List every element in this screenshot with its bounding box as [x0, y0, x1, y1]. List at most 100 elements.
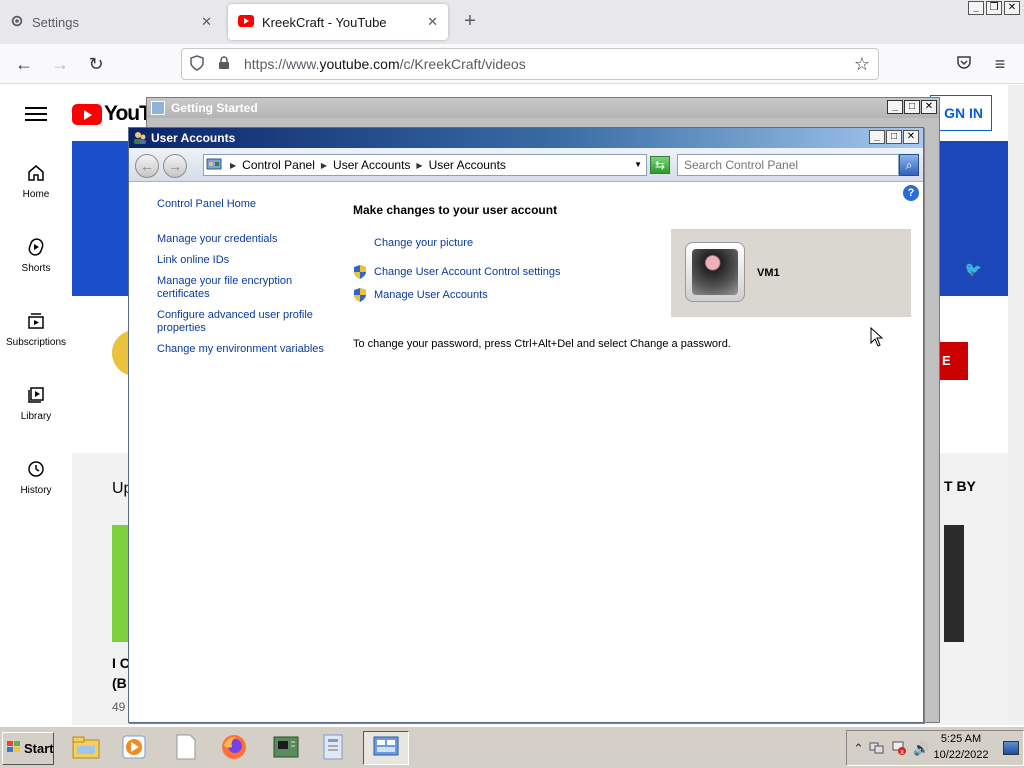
sidebar-item-subscriptions[interactable]: Subscriptions [0, 311, 72, 348]
tab-youtube[interactable]: KreekCraft - YouTube ✕ [228, 4, 448, 40]
user-accounts-window: User Accounts _ □ ✕ ← → ▶ Control Panel … [128, 127, 924, 723]
sort-by-button[interactable]: T BY [944, 478, 976, 494]
show-hidden-icons-chevron-icon[interactable]: ⌃ [853, 741, 864, 757]
url-path: /c/KreekCraft/videos [399, 56, 526, 72]
system-tray: ⌃ x 🔊 5:25 AM 10/22/2022 [846, 730, 1024, 766]
getting-started-title-bar[interactable]: Getting Started [147, 98, 939, 118]
sidebar-item-home[interactable]: Home [0, 163, 72, 200]
tab-settings[interactable]: Settings ✕ [0, 4, 222, 40]
url-text[interactable]: https://www.youtube.com/c/KreekCraft/vid… [244, 56, 854, 72]
getting-started-icon [151, 101, 165, 115]
home-icon [0, 163, 72, 189]
sidebar-item-history[interactable]: History [0, 459, 72, 496]
action-center-flag-icon[interactable]: x [891, 741, 907, 758]
back-button[interactable]: ← [135, 154, 159, 178]
manage-user-accounts-link[interactable]: Manage User Accounts [353, 287, 488, 303]
subscriptions-icon [0, 311, 72, 337]
close-tab-icon[interactable]: ✕ [201, 14, 212, 30]
hamburger-menu-icon[interactable]: ≡ [988, 52, 1012, 76]
file-encryption-link[interactable]: Manage your file encryption certificates [157, 275, 327, 301]
url-bar[interactable]: https://www.youtube.com/c/KreekCraft/vid… [181, 48, 879, 80]
minimize-button[interactable]: _ [887, 100, 903, 114]
user-avatar[interactable] [685, 242, 745, 302]
breadcrumb-arrow-icon[interactable]: ▶ [416, 161, 422, 170]
minimize-button[interactable]: _ [968, 1, 984, 15]
back-arrow-icon[interactable]: ← [12, 52, 36, 76]
url-domain: youtube.com [319, 56, 400, 72]
help-icon[interactable]: ? [903, 185, 919, 201]
clock-date[interactable]: 10/22/2022 [933, 749, 989, 761]
document-icon [321, 733, 347, 764]
yt-guide-menu-icon[interactable] [25, 103, 47, 125]
bookmark-star-icon[interactable]: ☆ [854, 54, 870, 75]
taskbar-hardware[interactable] [266, 731, 306, 765]
breadcrumb-item[interactable]: User Accounts [429, 158, 506, 172]
sidebar-item-shorts[interactable]: Shorts [0, 237, 72, 274]
browser-window-controls: _ ❐ ✕ [968, 1, 1020, 15]
breadcrumb-arrow-icon[interactable]: ▶ [230, 161, 236, 170]
breadcrumb-item[interactable]: User Accounts [333, 158, 410, 172]
network-icon[interactable] [869, 741, 885, 758]
show-desktop-button[interactable] [1003, 741, 1019, 755]
minimize-button[interactable]: _ [869, 130, 885, 144]
youtube-play-icon [72, 103, 102, 125]
taskbar-document[interactable] [314, 731, 354, 765]
taskbar-firefox[interactable] [214, 731, 254, 765]
task-label: Change your picture [374, 237, 474, 249]
advanced-profile-link[interactable]: Configure advanced user profile properti… [157, 309, 327, 335]
clock-time[interactable]: 5:25 AM [937, 733, 985, 745]
maximize-button[interactable]: □ [886, 130, 902, 144]
windows-logo-icon [6, 740, 22, 757]
taskbar-explorer[interactable] [66, 731, 106, 765]
control-panel-home-link[interactable]: Control Panel Home [157, 198, 327, 211]
close-button[interactable]: ✕ [921, 100, 937, 114]
forward-button[interactable]: → [163, 154, 187, 178]
maximize-button[interactable]: □ [904, 100, 920, 114]
search-icon[interactable]: ⌕ [899, 154, 919, 176]
window-controls: _ □ ✕ [887, 100, 937, 114]
close-button[interactable]: ✕ [1004, 1, 1020, 15]
address-bar[interactable]: ▶ Control Panel ▶ User Accounts ▶ User A… [203, 154, 647, 176]
refresh-button[interactable]: ⇆ [650, 156, 670, 174]
reload-icon[interactable]: ↻ [84, 52, 108, 76]
sidebar-item-library[interactable]: Library [0, 385, 72, 422]
taskbar-control-panel[interactable] [363, 731, 409, 765]
new-tab-button[interactable]: + [458, 10, 482, 33]
start-button[interactable]: Start [2, 732, 54, 765]
explorer-icon [71, 734, 101, 763]
user-accounts-title-bar[interactable]: User Accounts [129, 128, 923, 148]
change-picture-link[interactable]: Change your picture [374, 237, 473, 249]
forward-arrow-icon[interactable]: → [48, 52, 72, 76]
sidebar-item-label: Subscriptions [5, 337, 67, 348]
pocket-icon[interactable] [952, 52, 976, 76]
manage-credentials-link[interactable]: Manage your credentials [157, 233, 327, 246]
video-views: 49 [112, 700, 126, 714]
volume-icon[interactable]: 🔊 [913, 741, 929, 757]
taskbar-notepad[interactable] [166, 731, 206, 765]
hardware-icon [271, 734, 301, 763]
close-button[interactable]: ✕ [903, 130, 919, 144]
environment-variables-link[interactable]: Change my environment variables [157, 343, 327, 356]
sidebar-item-label: Shorts [21, 263, 51, 274]
taskbar-media-player[interactable] [114, 731, 154, 765]
tracking-shield-icon[interactable] [190, 54, 206, 74]
search-input[interactable] [677, 154, 899, 176]
close-tab-icon[interactable]: ✕ [427, 14, 438, 30]
breadcrumb-arrow-icon[interactable]: ▶ [321, 161, 327, 170]
link-online-ids-link[interactable]: Link online IDs [157, 254, 327, 267]
subscribe-button[interactable]: E [938, 342, 968, 380]
browser-tab-bar: Settings ✕ KreekCraft - YouTube ✕ + _ ❐ … [0, 0, 1024, 44]
video-thumbnail[interactable] [944, 525, 964, 642]
uac-settings-link[interactable]: Change User Account Control settings [353, 264, 561, 280]
user-tile: VM1 [671, 229, 911, 317]
lock-icon[interactable] [218, 55, 232, 73]
restore-button[interactable]: ❐ [986, 1, 1002, 15]
video-thumbnail[interactable] [112, 525, 128, 642]
twitter-icon[interactable]: 🐦 [965, 261, 982, 278]
media-player-icon [121, 734, 147, 763]
notepad-icon [175, 734, 197, 763]
chevron-down-icon[interactable]: ▼ [634, 160, 642, 169]
page-scrollbar[interactable] [1008, 85, 1024, 725]
sidebar-item-label: History [20, 485, 52, 496]
breadcrumb-item[interactable]: Control Panel [242, 158, 315, 172]
